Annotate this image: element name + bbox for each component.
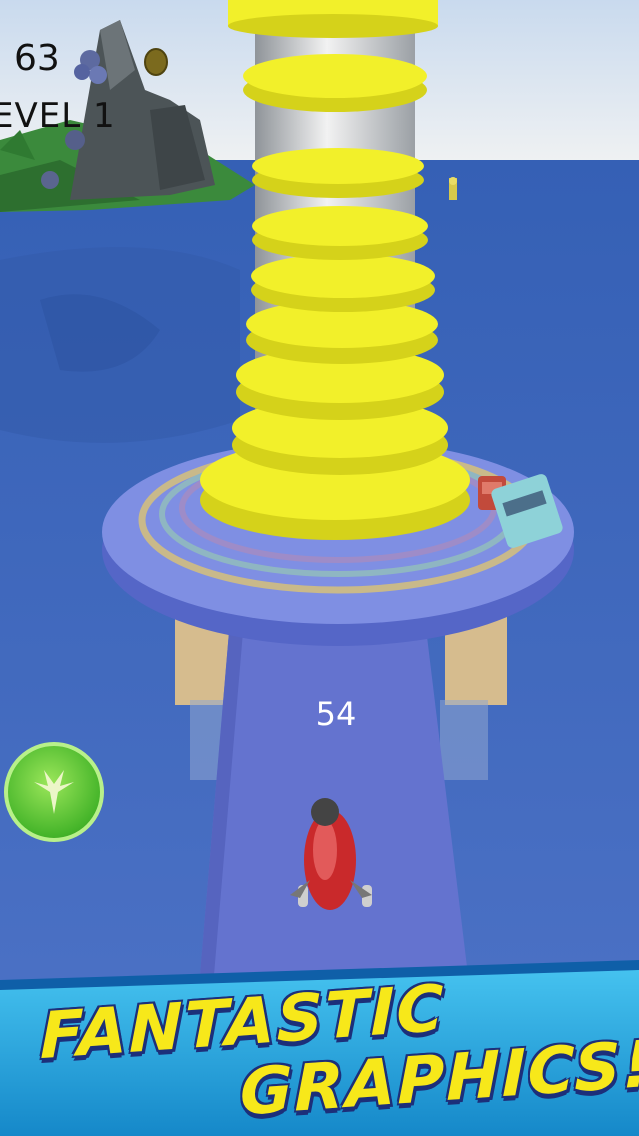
tower-ring — [228, 0, 438, 38]
road — [200, 620, 468, 975]
boost-icon — [34, 770, 74, 814]
boost-button[interactable] — [4, 742, 104, 842]
level-indicator: EVEL 1 — [0, 96, 116, 136]
tower-ring — [251, 254, 435, 312]
coin-icon — [144, 48, 168, 76]
tower-ring — [252, 206, 428, 260]
tower-ring — [252, 148, 424, 198]
game-scene — [0, 0, 639, 1136]
road-counter: 54 — [315, 695, 357, 733]
tower-ring — [243, 54, 427, 112]
score-counter: 63 — [14, 38, 60, 79]
buoy — [449, 177, 457, 200]
